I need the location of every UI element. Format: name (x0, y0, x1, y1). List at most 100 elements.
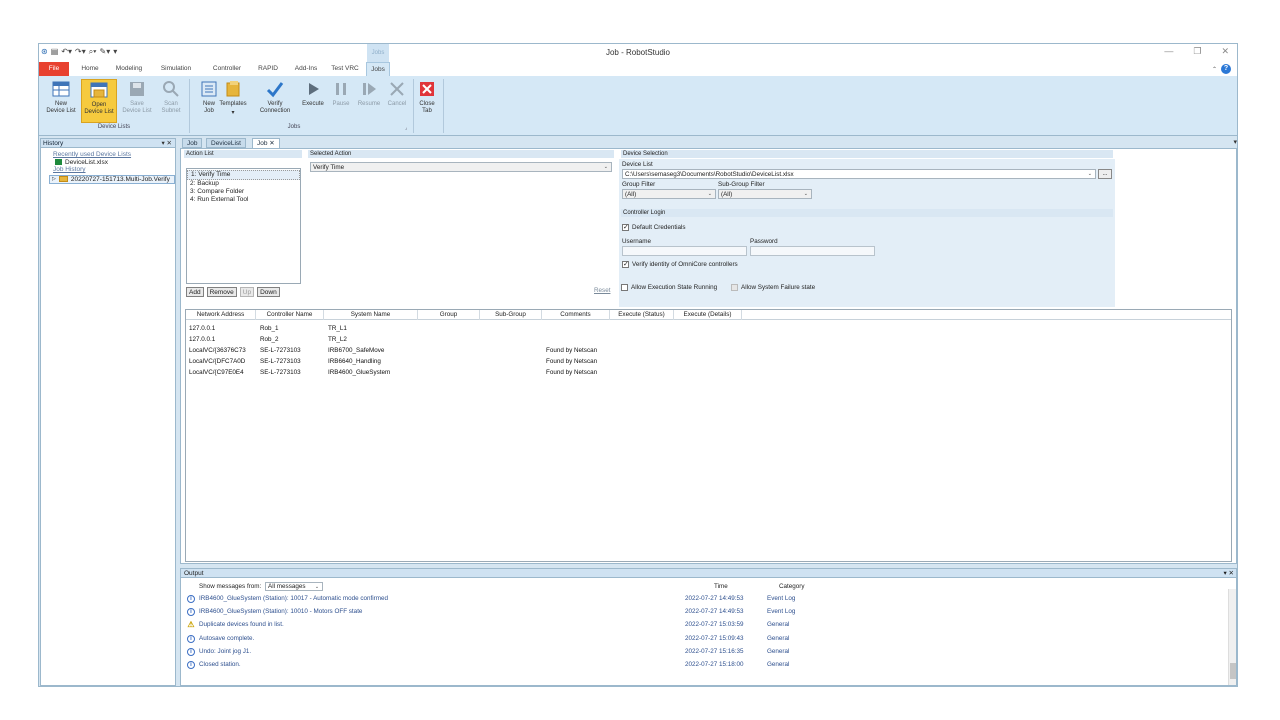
output-filter: Show messages from: All messages ⌄ (199, 582, 324, 591)
output-message: Closed station. (199, 661, 241, 668)
scrollbar-thumb[interactable] (1230, 663, 1236, 679)
group-filter-label: Group Filter (622, 181, 656, 188)
col-category[interactable]: Category (779, 583, 805, 590)
output-message-row[interactable]: i Undo: Joint jog J1. 2022-07-27 15:16:35 G… (187, 646, 1217, 659)
new-device-list-button[interactable]: New Device List (43, 79, 79, 123)
output-message: IRB4600_GlueSystem (Station): 10017 - Au… (199, 595, 389, 602)
tab-rapid[interactable]: RAPID (255, 62, 281, 76)
output-message-row[interactable]: ⚠ Duplicate devices found in list. 2022-07… (187, 619, 1217, 632)
action-item[interactable]: 2: Backup (187, 180, 300, 188)
tab-jobs[interactable]: Jobs (366, 62, 390, 76)
recent-file-item[interactable]: DeviceList.xlsx (55, 159, 175, 167)
col-execute-status[interactable]: Execute (Status) (610, 310, 674, 320)
pin-close-icons[interactable]: ▾ ✕ (1223, 569, 1234, 578)
action-list-header: Action List (184, 150, 302, 158)
table-cell: LocalVC/{C97E0E4 (189, 369, 244, 376)
tab-home[interactable]: Home (77, 62, 103, 76)
col-sub-group[interactable]: Sub-Group (480, 310, 542, 320)
remove-button[interactable]: Remove (206, 287, 237, 297)
close-window-icon[interactable]: ✕ (1221, 46, 1229, 57)
selected-action-dropdown[interactable]: Verify Time ⌄ (310, 162, 612, 172)
output-message-row[interactable]: i IRB4600_GlueSystem (Station): 10010 - M… (187, 606, 1217, 619)
verify-identity-checkbox[interactable]: Verify identity of OmniCore controllers (622, 260, 738, 268)
dialog-launcher-icon[interactable]: ⌟ (405, 125, 407, 131)
close-tab-button[interactable]: Close Tab (409, 79, 445, 123)
output-panel: Output ▾ ✕ Show messages from: All messa… (180, 568, 1237, 686)
tab-test-vrc[interactable]: Test VRC (329, 62, 361, 76)
verify-connection-button[interactable]: Verify Connection (257, 79, 293, 123)
doc-tab-job[interactable]: Job (182, 138, 203, 148)
tab-controller[interactable]: Controller (207, 62, 247, 76)
table-row[interactable]: LocalVC/{36376C73 SE-L-7273103 IRB6700_Saf… (186, 345, 1231, 356)
col-time[interactable]: Time (714, 583, 728, 590)
pin-close-icons[interactable]: ▾ ✕ (161, 139, 172, 148)
minimize-icon[interactable]: — (1164, 46, 1173, 57)
recent-device-lists-link[interactable]: Recently used Device Lists (53, 151, 175, 159)
checkbox-checked-icon[interactable] (622, 260, 629, 268)
output-scrollbar[interactable] (1228, 589, 1236, 685)
action-item[interactable]: 4: Run External Tool (187, 196, 300, 204)
col-controller-name[interactable]: Controller Name (256, 310, 324, 320)
output-time: 2022-07-27 15:16:35 (685, 647, 744, 655)
checkbox-unchecked-icon[interactable] (621, 284, 628, 291)
up-button[interactable]: Up (239, 287, 255, 297)
restore-icon[interactable]: ❐ (1193, 46, 1201, 57)
action-list[interactable]: 1: Verify Time 2: Backup 3: Compare Fold… (186, 168, 301, 284)
help-icon[interactable]: ? (1221, 64, 1231, 74)
job-history-item[interactable]: ▷ 20220727-151713.Multi-Job.Verify (49, 174, 175, 184)
tab-modeling[interactable]: Modeling (111, 62, 147, 76)
tab-file[interactable]: File (39, 62, 69, 76)
expand-arrow-icon[interactable]: ▷ (52, 176, 56, 184)
group-filter-dropdown[interactable]: (All) ⌄ (622, 189, 716, 199)
table-row[interactable]: LocalVC/{C97E0E4 SE-L-7273103 IRB4600_Glue… (186, 367, 1231, 378)
table-row[interactable]: 127.0.0.1 Rob_1 TR_L1 (186, 323, 1231, 334)
output-message-row[interactable]: i IRB4600_GlueSystem (Station): 10017 - A… (187, 593, 1217, 606)
table-cell: IRB4600_GlueSystem (328, 369, 391, 376)
document-menu-icon[interactable]: ▾ (1233, 138, 1237, 146)
group-filter-value: (All) (625, 191, 637, 198)
message-filter-dropdown[interactable]: All messages ⌄ (265, 582, 324, 591)
checkbox-checked-icon[interactable] (622, 223, 629, 231)
default-credentials-label: Default Credentials (632, 224, 686, 232)
checkbox-disabled-icon[interactable] (731, 284, 738, 291)
col-comments[interactable]: Comments (542, 310, 610, 320)
table-cell: TR_L1 (328, 325, 347, 332)
col-group[interactable]: Group (418, 310, 480, 320)
scan-subnet-button[interactable]: Scan Subnet (153, 79, 189, 123)
minimize-ribbon-icon[interactable]: ⌃ (1212, 66, 1217, 73)
output-category: General (767, 621, 790, 629)
save-device-list-button[interactable]: Save Device List (119, 79, 155, 123)
reset-link[interactable]: Reset (594, 287, 610, 294)
table-cell: SE-L-7273103 (260, 347, 301, 354)
open-device-list-button[interactable]: Open Device List (81, 79, 117, 123)
password-field[interactable] (750, 246, 875, 256)
doc-tab-job-active[interactable]: Job ✕ (252, 138, 280, 148)
col-network-address[interactable]: Network Address (186, 310, 256, 320)
allow-system-failure-checkbox[interactable]: Allow System Failure state (731, 284, 815, 291)
templates-button[interactable]: Templates ▾ (215, 79, 251, 123)
action-item[interactable]: 3: Compare Folder (187, 188, 300, 196)
action-item[interactable]: 1: Verify Time (187, 170, 300, 180)
output-category: General (767, 661, 790, 668)
job-history-link[interactable]: Job History (53, 166, 175, 174)
col-system-name[interactable]: System Name (324, 310, 418, 320)
table-row[interactable]: 127.0.0.1 Rob_2 TR_L2 (186, 334, 1231, 345)
allow-execution-running-checkbox[interactable]: Allow Execution State Running (621, 284, 717, 291)
table-cell: Found by Netscan (546, 347, 598, 354)
down-button[interactable]: Down (257, 287, 280, 297)
doc-tab-devicelist[interactable]: DeviceList (206, 138, 246, 148)
tab-simulation[interactable]: Simulation (156, 62, 196, 76)
table-row[interactable]: LocalVC/{DFC7A0D SE-L-7273103 IRB6640_Hand… (186, 356, 1231, 367)
browse-button[interactable]: ... (1098, 169, 1112, 179)
chevron-down-icon: ▾ (231, 110, 235, 116)
col-execute-details[interactable]: Execute (Details) (674, 310, 742, 320)
output-message-row[interactable]: i Autosave complete. 2022-07-27 15:09:43 Ge… (187, 633, 1217, 646)
subgroup-filter-dropdown[interactable]: (All) ⌄ (718, 189, 812, 199)
output-message-row[interactable]: i Closed station. 2022-07-27 15:18:00 Gener… (187, 659, 1217, 672)
tab-add-ins[interactable]: Add-Ins (290, 62, 322, 76)
robotstudio-window: ⊛ ▤ ↶▾ ↷▾ ⌕▾ ✎▾ ▾ Jobs Job - RobotStudio… (38, 43, 1238, 687)
device-list-combo[interactable]: C:\Users\semaseg3\Documents\RobotStudio\… (622, 169, 1096, 179)
add-button[interactable]: Add (186, 287, 204, 297)
username-field[interactable] (622, 246, 747, 256)
default-credentials-checkbox[interactable]: Default Credentials (622, 223, 686, 232)
